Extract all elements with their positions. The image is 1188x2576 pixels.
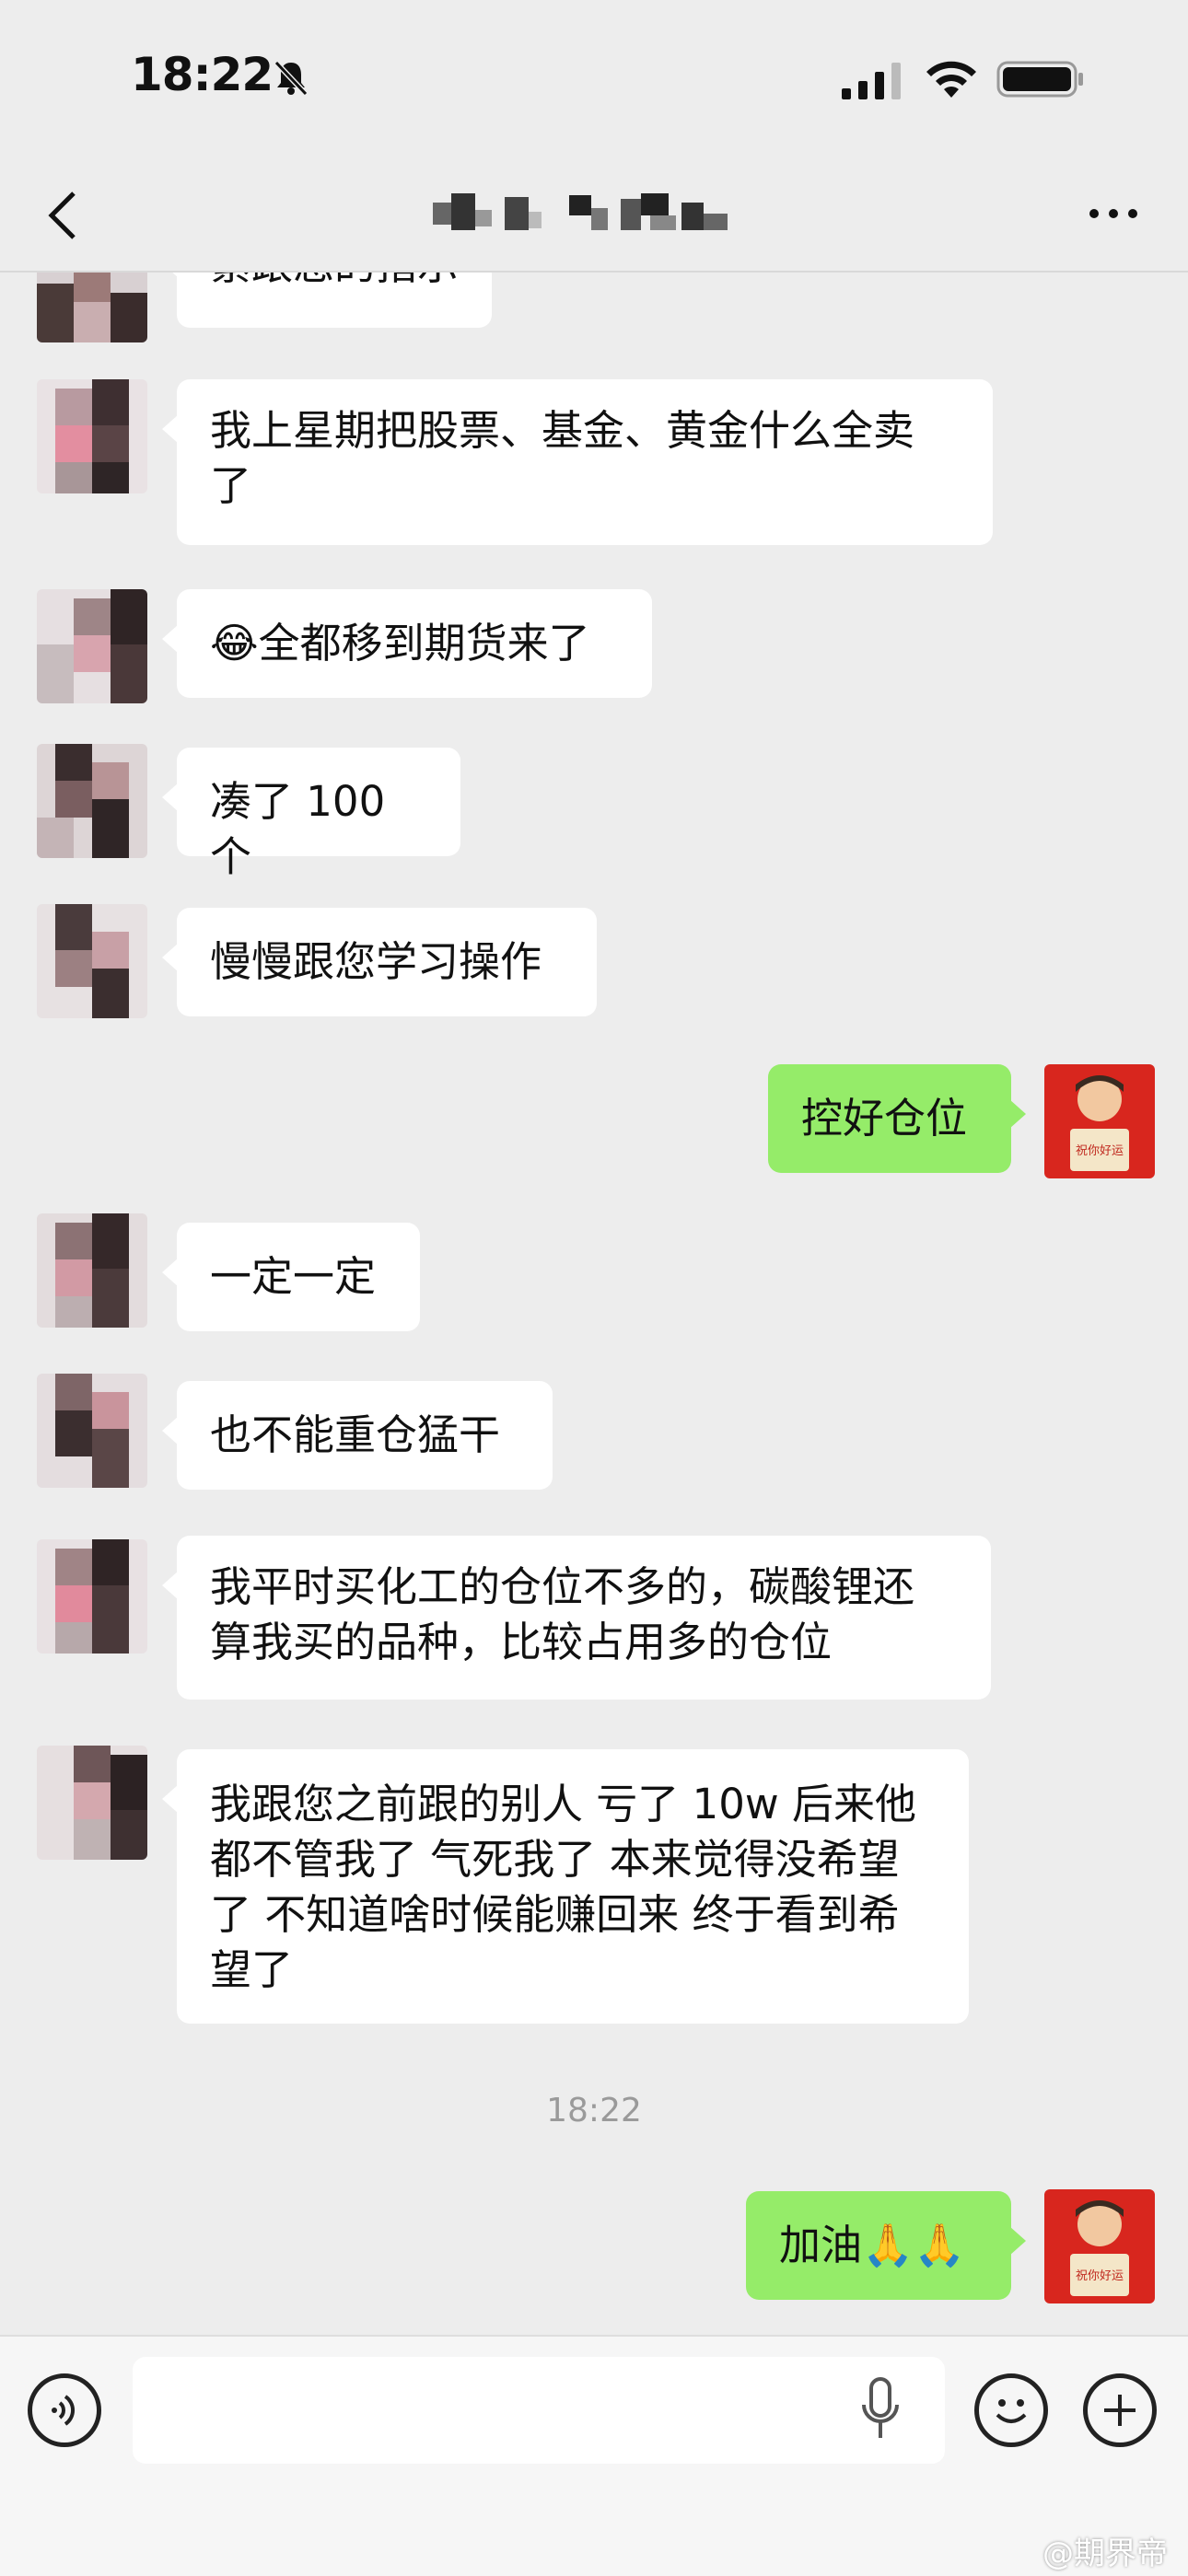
message-bubble[interactable]: 一定一定 bbox=[162, 1223, 420, 1331]
self-avatar[interactable]: 祝你好运 bbox=[1044, 2189, 1155, 2303]
contact-avatar[interactable] bbox=[37, 273, 147, 342]
message-bubble[interactable]: 凑了 100 个 bbox=[162, 748, 460, 881]
status-bar: 18:22 bbox=[0, 0, 1188, 157]
status-time: 18:22 bbox=[131, 48, 274, 101]
laugh-emoji-icon: 😂 bbox=[210, 619, 259, 667]
message-list[interactable]: 紧跟您的指示 我上星期把股票、基金、黄金什么全卖 了 😂全都移到期货来了 凑了 … bbox=[0, 273, 1188, 2335]
contact-avatar[interactable] bbox=[37, 379, 147, 493]
contact-avatar[interactable] bbox=[37, 1213, 147, 1328]
signal-icon bbox=[842, 63, 901, 99]
message-bubble[interactable]: 慢慢跟您学习操作 bbox=[162, 908, 597, 1016]
back-icon[interactable] bbox=[44, 190, 81, 241]
watermark: @期界帝 bbox=[1042, 2535, 1168, 2572]
message-input[interactable] bbox=[133, 2357, 945, 2464]
bell-off-icon bbox=[274, 60, 309, 96]
pray-emoji-icon: 🙏🙏 bbox=[862, 2221, 966, 2269]
self-avatar[interactable]: 祝你好运 bbox=[1044, 1064, 1155, 1178]
message-timestamp: 18:22 bbox=[546, 2092, 642, 2129]
message-bubble[interactable]: 😂全都移到期货来了 bbox=[162, 589, 652, 698]
contact-avatar[interactable] bbox=[37, 1374, 147, 1488]
title-pixelated bbox=[433, 193, 728, 230]
message-bubble-self[interactable]: 加油🙏🙏 bbox=[746, 2191, 1026, 2300]
contact-avatar[interactable] bbox=[37, 589, 147, 703]
more-icon[interactable] bbox=[1089, 204, 1138, 223]
message-bubble[interactable]: 紧跟您的指示 bbox=[161, 273, 493, 328]
battery-icon bbox=[996, 61, 1083, 98]
svg-text:祝你好运: 祝你好运 bbox=[1076, 1144, 1124, 1158]
chat-title bbox=[433, 190, 764, 239]
message-bubble[interactable]: 我上星期把股票、基金、黄金什么全卖 了 bbox=[162, 379, 993, 545]
message-bubble-self[interactable]: 控好仓位 bbox=[768, 1064, 1026, 1173]
contact-avatar[interactable] bbox=[37, 744, 147, 858]
message-bubble[interactable]: 我平时买化工的仓位不多的，碳酸锂还 算我买的品种，比较占用多的仓位 bbox=[162, 1536, 991, 1700]
chat-header bbox=[0, 157, 1188, 273]
svg-text:祝你好运: 祝你好运 bbox=[1076, 2269, 1124, 2283]
emoji-icon[interactable] bbox=[974, 2373, 1048, 2447]
voice-icon[interactable] bbox=[28, 2373, 101, 2447]
message-bubble[interactable]: 我跟您之前跟的别人 亏了 10w 后来他 都不管我了 气死我了 本来觉得没希望 … bbox=[162, 1749, 969, 2024]
contact-avatar[interactable] bbox=[37, 904, 147, 1018]
input-bar bbox=[0, 2335, 1188, 2576]
wifi-icon bbox=[926, 61, 976, 98]
mic-icon[interactable] bbox=[858, 2377, 903, 2443]
contact-avatar[interactable] bbox=[37, 1746, 147, 1860]
plus-icon[interactable] bbox=[1083, 2373, 1157, 2447]
message-bubble[interactable]: 也不能重仓猛干 bbox=[162, 1381, 553, 1490]
contact-avatar[interactable] bbox=[37, 1539, 147, 1654]
